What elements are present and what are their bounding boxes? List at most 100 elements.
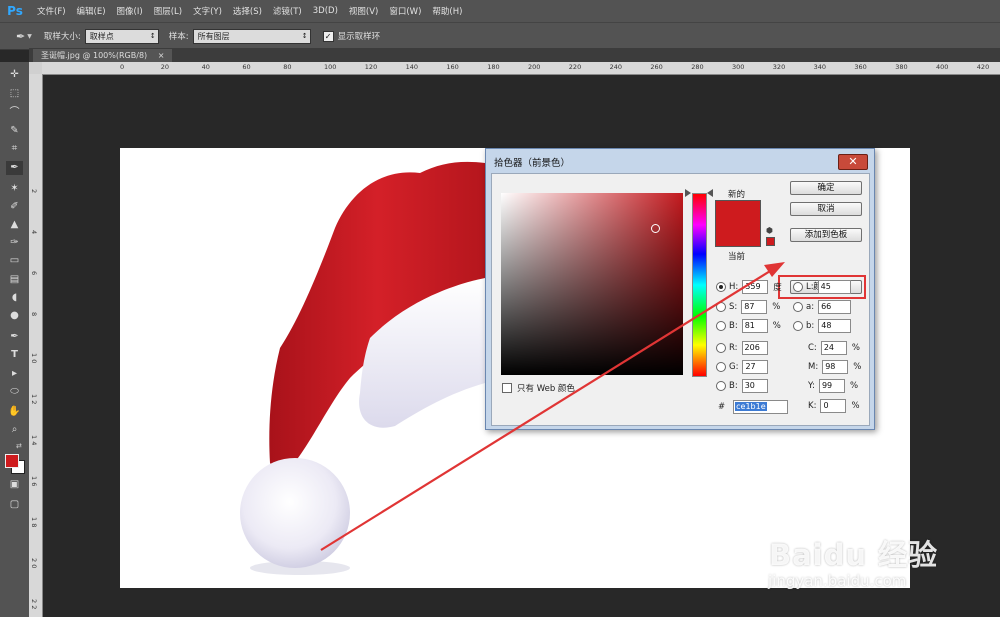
radio-b-hsb[interactable] [716,321,726,331]
input-l[interactable]: 45 [817,280,851,294]
pen-tool-icon[interactable]: ✒ [6,330,23,344]
radio-g[interactable] [716,362,726,372]
healing-brush-icon[interactable]: ✶ [6,182,23,196]
hue-slider[interactable] [692,193,707,377]
quick-select-tool-icon[interactable]: ✎ [6,124,23,138]
input-s[interactable]: 87 [741,300,768,314]
ruler-label: 0 [120,63,125,71]
zoom-tool-icon[interactable]: ⌕ [6,423,23,437]
color-picker-marker[interactable] [651,224,660,233]
menu-edit[interactable]: 编辑(E) [77,5,106,17]
input-h[interactable]: 359 [742,280,769,294]
input-k[interactable]: 0 [820,399,847,413]
crop-tool-icon[interactable]: ⌗ [6,142,23,156]
menu-image[interactable]: 图像(I) [117,5,143,17]
eyedropper-icon[interactable]: ✒ [6,161,23,175]
ruler-label: 6 [30,271,38,276]
web-only-checkbox[interactable] [502,383,512,393]
menu-layer[interactable]: 图层(L) [154,5,182,17]
blur-tool-icon[interactable]: ◖ [6,291,23,305]
ruler-label: 360 [854,63,867,71]
label-l: L: [806,282,814,292]
web-safe-warning-icon[interactable]: ⬢ [766,226,773,235]
brush-tool-icon[interactable]: ✐ [6,200,23,214]
field-h: H: 359 度 [716,280,782,294]
shape-tool-icon[interactable]: ⬭ [6,385,23,399]
tool-preset-chevron-icon[interactable]: ▼ [27,33,32,40]
clone-stamp-icon[interactable]: ▲ [6,218,23,232]
menu-3d[interactable]: 3D(D) [313,6,338,16]
path-select-icon[interactable]: ▸ [6,367,23,381]
input-c[interactable]: 24 [820,341,847,355]
input-y[interactable]: 99 [818,379,845,393]
input-m[interactable]: 98 [822,360,849,374]
input-r[interactable]: 206 [741,341,768,355]
current-color-swatch[interactable] [715,224,761,247]
gradient-tool-icon[interactable]: ▤ [6,273,23,287]
show-ring-checkbox[interactable]: ✓ [322,30,334,42]
history-brush-icon[interactable]: ✑ [6,236,23,250]
menu-filter[interactable]: 滤镜(T) [273,5,302,17]
sample-select[interactable]: 所有图层 [192,28,311,44]
eyedropper-tool-icon[interactable]: ✒ [16,30,25,43]
type-tool-icon[interactable]: T [6,348,23,362]
menu-file[interactable]: 文件(F) [37,5,66,17]
field-a: a: 66 [793,300,856,314]
radio-a[interactable] [793,302,803,312]
sample-size-select[interactable]: 取样点 [84,28,159,44]
hex-input[interactable]: ce1b1e [733,400,789,414]
add-to-swatches-button[interactable]: 添加到色板 [790,228,862,242]
hand-tool-icon[interactable]: ✋ [6,405,23,419]
unit-c: % [851,343,860,353]
ruler-label: 20 [160,63,170,71]
radio-l[interactable] [793,282,803,292]
radio-h[interactable] [716,282,726,292]
document-tab[interactable]: 圣诞帽.jpg @ 100%(RGB/8) × [33,49,173,62]
dialog-body: 新的 当前 ⬢ 确定 取消 添加到色板 颜色库 H: 359 度 S: 87 %… [491,173,870,426]
field-s: S: 87 % [716,300,780,314]
close-button[interactable]: ✕ [838,154,868,170]
ruler-label: 2 0 [30,558,38,569]
hue-slider-left-arrow-icon[interactable] [685,189,691,197]
web-safe-color-swatch[interactable] [766,237,775,246]
saturation-brightness-field[interactable] [501,193,683,375]
move-tool-icon[interactable]: ✛ [6,68,23,82]
quick-mask-icon[interactable]: ▣ [6,478,23,492]
tab-close-icon[interactable]: × [158,51,165,60]
menu-type[interactable]: 文字(Y) [193,5,222,17]
marquee-tool-icon[interactable]: ⬚ [6,87,23,101]
menu-help[interactable]: 帮助(H) [432,5,462,17]
radio-b-rgb[interactable] [716,381,726,391]
screen-mode-icon[interactable]: ▢ [6,498,23,512]
hue-slider-right-arrow-icon[interactable] [707,189,713,197]
radio-r[interactable] [716,343,726,353]
web-only-option[interactable]: 只有 Web 颜色 [502,382,575,394]
new-color-label: 新的 [728,190,746,200]
menu-select[interactable]: 选择(S) [233,5,262,17]
ruler-label: 220 [568,63,582,71]
input-b-rgb[interactable]: 30 [741,379,768,393]
input-b-hsb[interactable]: 81 [741,319,768,333]
ruler-label: 420 [976,63,990,71]
unit-y: % [849,381,859,391]
label-g: G: [729,362,739,372]
input-g[interactable]: 27 [742,360,769,374]
cancel-button[interactable]: 取消 [790,202,862,216]
field-m: M: 98 % [808,360,861,374]
radio-s[interactable] [716,302,726,312]
menu-window[interactable]: 窗口(W) [389,5,421,17]
label-hex: # [718,402,726,412]
menu-view[interactable]: 视图(V) [349,5,378,17]
eraser-tool-icon[interactable]: ▭ [6,254,23,268]
ruler-label: 320 [772,63,786,71]
label-s: S: [729,302,738,312]
input-b-lab[interactable]: 48 [818,319,852,333]
input-a[interactable]: 66 [818,300,852,314]
swap-colors-icon[interactable]: ⇄ [16,442,22,450]
foreground-color-swatch[interactable] [5,454,19,468]
ok-button[interactable]: 确定 [790,181,862,195]
lasso-tool-icon[interactable]: ⌒ [6,106,23,120]
ruler-label: 280 [691,63,704,71]
radio-b-lab[interactable] [793,321,803,331]
dodge-tool-icon[interactable]: ● [6,309,23,323]
